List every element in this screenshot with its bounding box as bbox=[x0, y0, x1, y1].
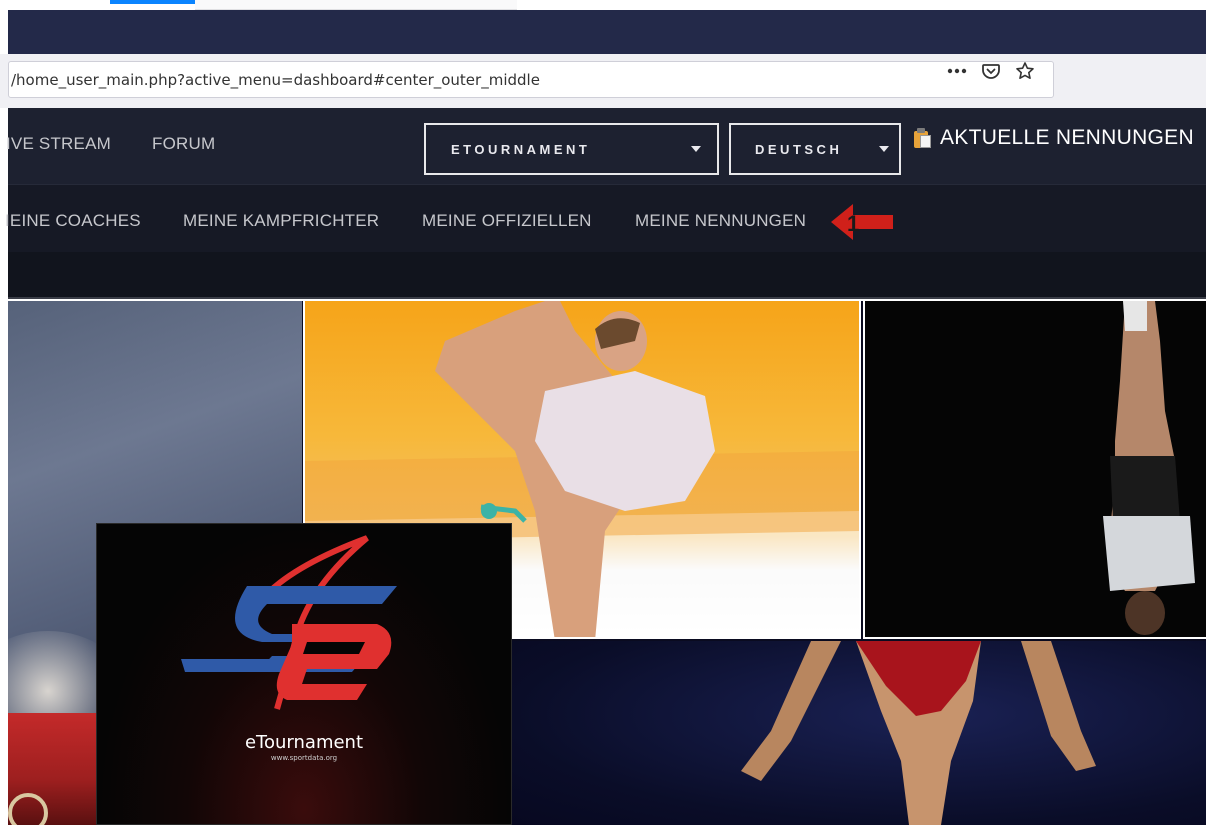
aktuelle-nennungen-label: AKTUELLE NENNUNGEN bbox=[940, 126, 1194, 149]
hero-collage: eTournament www.sportdata.org bbox=[8, 301, 1206, 825]
nav-link-meine-nennungen[interactable]: MEINE NENNUNGEN bbox=[635, 211, 806, 231]
etournament-logo-panel: eTournament www.sportdata.org bbox=[96, 523, 512, 825]
address-bar-area: /home_user_main.php?active_menu=dashboar… bbox=[0, 54, 1206, 108]
browser-tab-strip bbox=[0, 0, 1206, 10]
pocket-icon[interactable] bbox=[980, 60, 1002, 82]
clipboard-icon bbox=[912, 127, 932, 149]
event-dropdown-label: ETOURNAMENT bbox=[451, 141, 591, 157]
etournament-logo-icon bbox=[181, 535, 397, 710]
browser-tab[interactable] bbox=[195, 0, 517, 10]
url-text[interactable]: /home_user_main.php?active_menu=dashboar… bbox=[11, 71, 540, 89]
hero-image-gymnast-bottom bbox=[511, 641, 1206, 825]
address-bar-actions bbox=[946, 60, 1036, 82]
address-bar[interactable]: /home_user_main.php?active_menu=dashboar… bbox=[8, 61, 1054, 98]
nav-link-live-stream[interactable]: IVE STREAM bbox=[6, 134, 111, 154]
main-navigation: IVE STREAM FORUM ETOURNAMENT DEUTSCH AKT… bbox=[6, 108, 1206, 184]
language-dropdown-label: DEUTSCH bbox=[755, 141, 843, 157]
nav-link-forum[interactable]: FORUM bbox=[152, 134, 215, 154]
event-dropdown[interactable]: ETOURNAMENT bbox=[424, 123, 719, 175]
annotation-arrow: 1 bbox=[829, 201, 895, 243]
more-icon[interactable] bbox=[946, 60, 968, 82]
nav-link-meine-kampfrichter[interactable]: MEINE KAMPFRICHTER bbox=[183, 211, 379, 231]
annotation-number: 1 bbox=[847, 211, 859, 236]
sub-navigation-bar bbox=[8, 252, 1206, 299]
logo-url: www.sportdata.org bbox=[270, 754, 338, 762]
language-dropdown[interactable]: DEUTSCH bbox=[729, 123, 901, 175]
nav-link-meine-offiziellen[interactable]: MEINE OFFIZIELLEN bbox=[422, 211, 592, 231]
nav-link-meine-coaches[interactable]: IEINE COACHES bbox=[5, 211, 141, 231]
sub-navigation: IEINE COACHES MEINE KAMPFRICHTER MEINE O… bbox=[5, 184, 1206, 252]
chevron-down-icon bbox=[691, 146, 701, 152]
aktuelle-nennungen-link[interactable]: AKTUELLE NENNUNGEN bbox=[912, 126, 1194, 150]
logo-title: eTournament bbox=[244, 732, 364, 753]
browser-toolbar-dark bbox=[8, 10, 1206, 54]
hero-image-acrobat bbox=[863, 301, 1206, 639]
active-tab-indicator bbox=[110, 0, 195, 4]
chevron-down-icon bbox=[879, 146, 889, 152]
hero-image-bottom-left bbox=[8, 713, 98, 825]
bookmark-star-icon[interactable] bbox=[1014, 60, 1036, 82]
